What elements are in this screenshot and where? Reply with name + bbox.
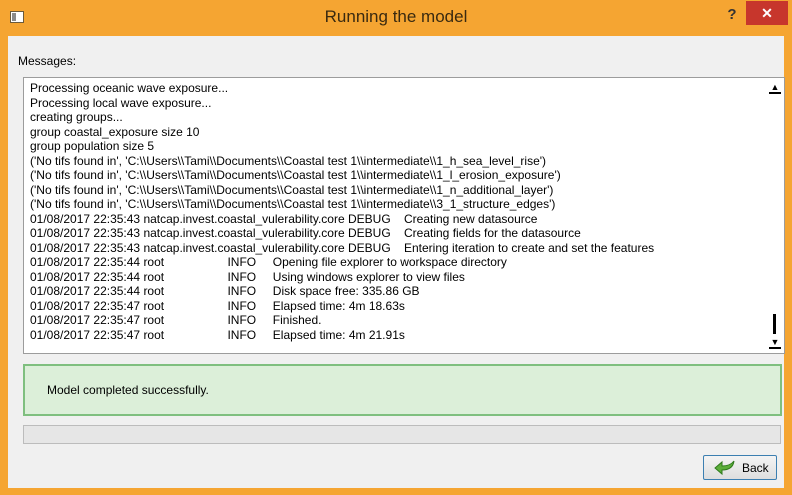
scroll-thumb[interactable] [773,314,776,334]
log-line: ('No tifs found in', 'C:\\Users\\Tami\\D… [30,182,554,197]
status-panel: Model completed successfully. [23,364,782,416]
log-line: 01/08/2017 22:35:43 natcap.invest.coasta… [30,240,655,255]
log-line: 01/08/2017 22:35:44 root INFO Opening fi… [30,255,507,269]
log-line: ('No tifs found in', 'C:\\Users\\Tami\\D… [30,168,561,182]
back-arrow-icon [714,460,735,476]
messages-log[interactable]: Processing oceanic wave exposure... Proce… [23,77,785,354]
log-line: 01/08/2017 22:35:47 root INFO Elapsed ti… [30,298,405,313]
progress-bar [23,425,781,444]
back-button-label: Back [742,461,769,475]
close-button[interactable]: ✕ [746,1,788,25]
log-line: ('No tifs found in', 'C:\\Users\\Tami\\D… [30,197,556,211]
help-button[interactable]: ? [720,6,744,26]
back-button[interactable]: Back [703,455,777,480]
log-line: group population size 5 [30,139,155,153]
log-line: 01/08/2017 22:35:43 natcap.invest.coasta… [30,226,581,240]
log-lines: Processing oceanic wave exposure... Proce… [30,81,770,342]
log-line: 01/08/2017 22:35:47 root INFO Elapsed ti… [30,327,405,342]
log-line: 01/08/2017 22:35:44 root INFO Using wind… [30,269,465,284]
window-title: Running the model [324,7,468,26]
messages-label: Messages: [18,54,77,68]
scroll-down-icon[interactable]: ▼ [769,335,781,349]
log-line: Processing local wave exposure... [30,95,212,110]
log-line: 01/08/2017 22:35:44 root INFO Disk space… [30,284,420,298]
log-line: 01/08/2017 22:35:47 root INFO Finished. [30,313,322,327]
title-bar[interactable]: Running the model ? ✕ [0,0,792,36]
scroll-up-icon[interactable]: ▲ [769,80,781,94]
log-line: group coastal_exposure size 10 [30,124,200,139]
status-message: Model completed successfully. [47,383,209,397]
dialog-window: Running the model ? ✕ Messages: Processi… [0,0,792,495]
log-line: ('No tifs found in', 'C:\\Users\\Tami\\D… [30,153,547,168]
log-line: Processing oceanic wave exposure... [30,81,229,95]
vertical-scrollbar[interactable]: ▲ ▼ [767,78,784,353]
log-line: 01/08/2017 22:35:43 natcap.invest.coasta… [30,211,538,226]
log-line: creating groups... [30,110,123,124]
